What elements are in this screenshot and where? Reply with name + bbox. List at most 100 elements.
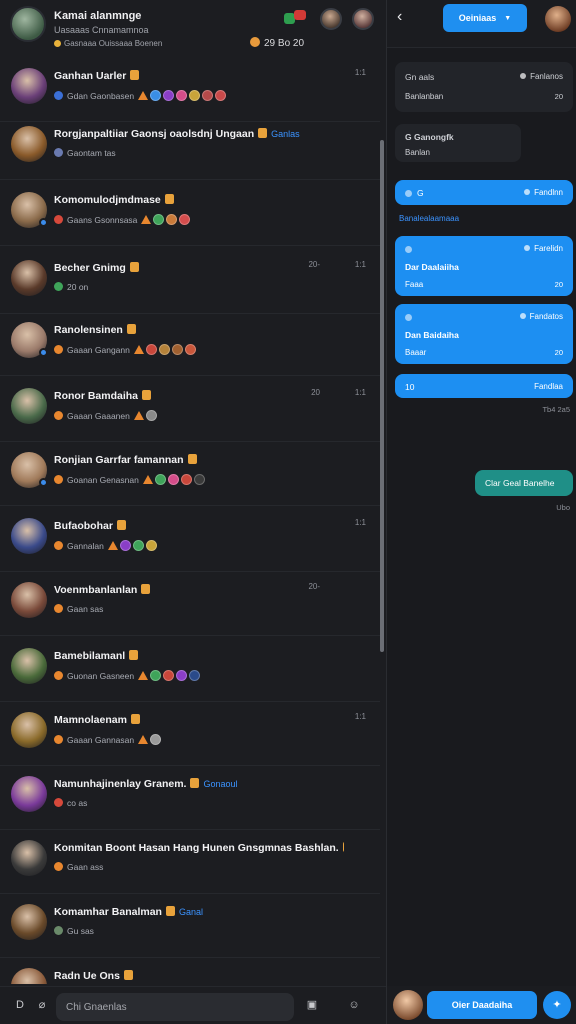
info-card-1-right-text: Fanlanos <box>530 72 563 81</box>
send-icon[interactable]: ✦ <box>543 991 571 1019</box>
contact-name: Komamhar Banalman Ganal <box>54 906 203 918</box>
message-bubble-1[interactable]: G Fandlnn <box>395 180 573 205</box>
conversation-row[interactable]: Rorgjanpaltiiar Gaonsj oaolsdnj Ungaan Ga… <box>0 116 380 180</box>
info-card-1[interactable]: Gn aals Fanlanos Banlanban 20 <box>395 62 573 112</box>
crown-icon <box>142 390 152 400</box>
attach-icon[interactable]: ⌀ <box>36 999 48 1011</box>
achievement-badge-icon <box>150 734 162 745</box>
contact-avatar[interactable] <box>11 968 47 984</box>
status-dot-icon <box>54 282 63 291</box>
online-indicator-icon <box>39 348 48 357</box>
contact-avatar[interactable] <box>11 452 48 488</box>
contact-tag: Ganal <box>178 907 203 917</box>
message-time: 1:1 <box>354 518 366 527</box>
message-bubble-3-sub: Baaar <box>405 348 427 357</box>
contact-avatar[interactable] <box>11 192 48 228</box>
message-bubble-2-title: Dar Daalaiiha <box>405 262 459 272</box>
dot-icon <box>405 246 412 253</box>
footer-action-button[interactable]: Oier Daadaiha <box>427 991 537 1019</box>
rank-arrow-icon <box>142 475 153 484</box>
contact-avatar[interactable] <box>11 582 47 618</box>
conversation-row[interactable]: Voenmbanlanlan Gaan sas 20- <box>0 572 380 636</box>
contact-name: Ranolensinen <box>54 324 136 336</box>
action-dropdown-label: Oeiniaas <box>458 13 497 23</box>
detail-header: ‹ Oeiniaas ▼ <box>387 0 576 48</box>
profile-subtitle: Uasaaas Cnnamamnoa <box>54 25 149 35</box>
conversation-row[interactable]: Becher Gnimg 20 on 1:1 20- <box>0 250 380 314</box>
message-time: 1:1 <box>354 388 366 397</box>
contact-status: Gaan ass <box>54 862 103 872</box>
status-dot-icon <box>54 735 63 744</box>
info-card-2-sub: Banlan <box>405 148 430 157</box>
contact-avatar[interactable] <box>11 840 47 876</box>
pin-icon <box>519 313 526 319</box>
message-bubble-2[interactable]: Farelidn Dar Daalaiiha Faaa 20 <box>395 236 573 296</box>
conversation-row[interactable]: Komamhar Banalman Ganal Gu sas <box>0 894 380 958</box>
footer-avatar[interactable] <box>393 990 423 1020</box>
conversation-row[interactable]: Komomulodjmdmase Gaans Gsonnsasa <box>0 182 380 246</box>
conversation-row[interactable]: Ganhan Uarler Gdan Gaonbasen 1:1 <box>0 58 380 122</box>
message-input[interactable] <box>56 993 294 1021</box>
scrollbar[interactable] <box>380 140 384 652</box>
conversation-row[interactable]: Konmitan Boont Hasan Hang Hunen Gnsgmnas… <box>0 830 380 894</box>
rank-arrow-icon <box>138 91 149 100</box>
contact-avatar[interactable] <box>11 260 47 296</box>
contact-avatar[interactable] <box>11 322 48 358</box>
rank-arrow-icon <box>133 411 144 420</box>
contact-avatar[interactable] <box>11 68 47 104</box>
back-icon[interactable]: ‹ <box>397 9 411 25</box>
message-bubble-4[interactable]: 10 Fandlaa <box>395 374 573 398</box>
crown-icon <box>190 778 200 788</box>
achievement-badge-icon <box>163 670 175 681</box>
contact-avatar[interactable] <box>11 518 47 554</box>
message-bubble-3[interactable]: Fandatos Dan Baidaiha Baaar 20 <box>395 304 573 364</box>
crown-icon <box>342 842 344 852</box>
contact-status: co as <box>54 798 87 808</box>
friend-avatar-1[interactable] <box>320 8 342 30</box>
contact-avatar[interactable] <box>11 776 47 812</box>
achievement-badge-icon <box>150 670 162 681</box>
action-dropdown-button[interactable]: Oeiniaas ▼ <box>443 4 527 32</box>
contact-avatar[interactable] <box>11 126 47 162</box>
contact-avatar[interactable] <box>11 904 47 940</box>
contact-status: Gannalan <box>54 540 157 551</box>
profile-avatar[interactable] <box>10 6 46 42</box>
conversation-row[interactable]: Ronor Bamdaiha Gaaan Gaaanen 1:1 20 <box>0 378 380 442</box>
contact-avatar[interactable] <box>11 388 47 424</box>
conversation-row[interactable]: Mamnolaenam Gaaan Gannasan 1:1 <box>0 702 380 766</box>
conversation-row[interactable]: Ronjian Garrfar famannan Goanan Genasnan <box>0 442 380 506</box>
pin-icon <box>524 245 531 251</box>
info-card-2[interactable]: G Ganongfk Banlan <box>395 124 521 162</box>
friend-avatar-2[interactable] <box>352 8 374 30</box>
image-icon[interactable]: ▣ <box>306 999 318 1011</box>
rank-arrow-icon <box>138 671 149 680</box>
message-bubble-1-right: Fandlnn <box>524 188 563 197</box>
emoji-icon[interactable]: ☺ <box>348 999 360 1011</box>
message-bubble-1-left-text: G <box>417 188 424 198</box>
conversation-row[interactable]: Ranolensinen Gaaan Gangann <box>0 312 380 376</box>
message-bubble-3-right-text: Fandatos <box>529 312 563 321</box>
achievement-badge-icon <box>202 90 214 101</box>
crown-icon <box>123 970 133 980</box>
conversation-row[interactable]: Bufaobohar Gannalan 1:1 <box>0 508 380 572</box>
contact-avatar[interactable] <box>11 648 47 684</box>
mic-icon[interactable]: D <box>14 999 26 1011</box>
message-bubble-sent-text: Clar Geal Banelhe <box>485 478 555 488</box>
detail-avatar[interactable] <box>545 6 571 32</box>
contact-name: Komomulodjmdmase <box>54 194 174 206</box>
message-bubble-sent[interactable]: Clar Geal Banelhe <box>475 470 573 496</box>
contact-name-text: Becher Gnimg <box>54 262 126 274</box>
conversation-row[interactable]: Namunhajinenlay Granem. Gonaoul co as <box>0 766 380 830</box>
contact-status-text: Gdan Gaonbasen <box>67 91 135 101</box>
conversation-row[interactable]: Bamebilamanl Guonan Gasneen <box>0 638 380 702</box>
message-bubble-1-right-text: Fandlnn <box>534 188 563 197</box>
crown-icon <box>130 714 140 724</box>
contact-avatar[interactable] <box>11 712 47 748</box>
crown-icon <box>187 454 197 464</box>
message-bubble-4-right: Fandlaa <box>534 382 563 391</box>
crown-icon <box>129 262 139 272</box>
contact-status-text: Gaaan Gannasan <box>67 735 135 745</box>
thread-link[interactable]: Banalealaamaaa <box>399 214 459 223</box>
notification-icon[interactable] <box>284 10 308 24</box>
conversation-row[interactable]: Radn Ue OnsGaans Gaen <box>0 958 380 984</box>
